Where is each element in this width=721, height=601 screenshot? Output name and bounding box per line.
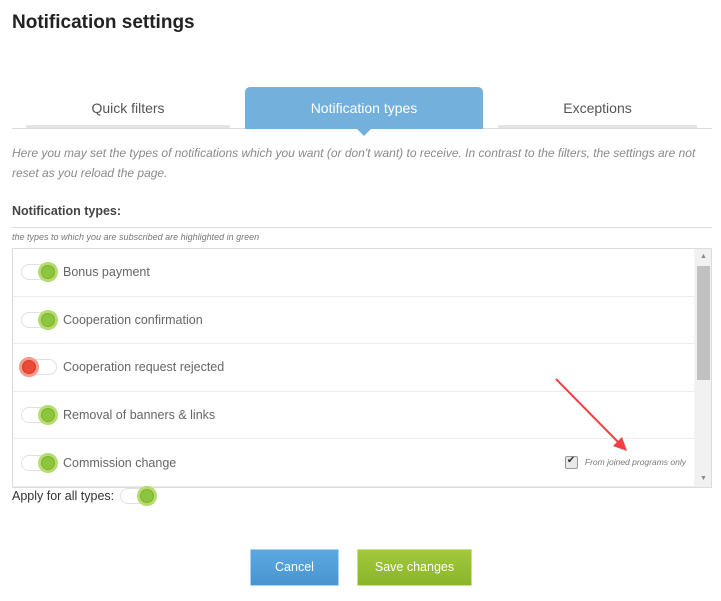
toggle-knob [38,405,58,426]
item-label: Bonus payment [63,265,150,280]
tab-label: Quick filters [91,100,165,116]
scroll-up-arrow-icon[interactable]: ▲ [695,249,711,265]
toggle-knob [38,262,58,283]
list-item: Cooperation confirmation [13,297,696,345]
apply-all-label: Apply for all types: [12,489,115,503]
active-tab-pointer-icon [357,129,371,136]
notification-toggle[interactable] [21,452,58,473]
cancel-button[interactable]: Cancel [250,549,339,586]
list-item: Removal of banners & links [13,392,696,440]
item-label: Commission change [63,455,177,470]
section-divider [12,227,712,228]
intro-text: Here you may set the types of notificati… [12,146,696,180]
list-item: Cooperation request rejected [13,344,696,392]
tab-exceptions[interactable]: Exceptions [498,87,697,129]
subscription-hint: the types to which you are subscribed ar… [12,232,260,242]
toggle-knob [19,357,39,378]
list-item: Bonus payment [13,249,696,297]
list-scrollbar[interactable]: ▲ ▼ [694,249,711,487]
joined-programs-checkbox[interactable] [564,455,578,469]
apply-all-toggle[interactable] [120,486,158,506]
notification-toggle[interactable] [19,357,57,378]
joined-programs-option: From joined programs only [564,455,686,469]
item-label: Cooperation request rejected [63,360,225,375]
tab-label: Notification types [310,100,418,116]
tab-underline [26,125,230,128]
notification-types-list: Bonus payment Cooperation confirmation C… [12,248,712,488]
item-label: Cooperation confirmation [63,312,203,327]
scroll-down-arrow-icon[interactable]: ▼ [695,471,711,487]
notification-toggle[interactable] [21,405,58,426]
joined-programs-label: From joined programs only [584,457,686,468]
page-title: Notification settings [12,12,195,33]
toggle-knob [137,486,158,506]
toggle-knob [38,452,58,473]
notification-toggle[interactable] [21,309,58,330]
apply-all-row: Apply for all types: [12,486,158,506]
section-title: Notification types: [12,204,122,218]
scroll-thumb[interactable] [697,266,710,380]
notification-toggle[interactable] [21,262,58,283]
tab-underline [498,125,697,128]
item-label: Removal of banners & links [63,408,216,423]
save-changes-button[interactable]: Save changes [357,549,472,586]
tab-bar: Quick filters Notification types Excepti… [12,87,712,136]
toggle-knob [38,309,58,330]
list-item: Commission change From joined programs o… [13,439,696,487]
tab-label: Exceptions [563,100,632,116]
tab-notification-types[interactable]: Notification types [245,87,483,136]
tab-quick-filters[interactable]: Quick filters [26,87,230,129]
